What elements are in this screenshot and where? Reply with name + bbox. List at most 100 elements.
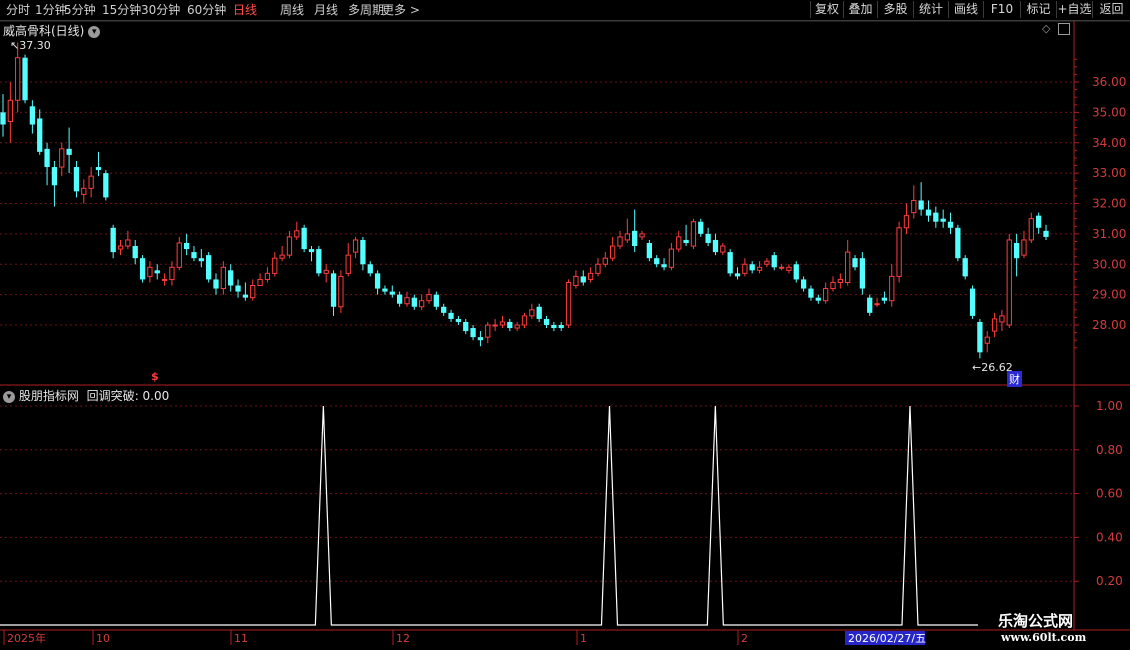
candle-body	[264, 272, 271, 280]
candle-body	[690, 221, 697, 247]
indicator-tick-label: 0.40	[1096, 530, 1123, 544]
panel-toggle-icon[interactable]	[1057, 23, 1070, 35]
watermark-url: www.60lt.com	[1001, 631, 1087, 644]
candle-body	[147, 266, 153, 277]
candle-body	[543, 318, 550, 325]
candle-body	[382, 288, 388, 292]
candle-body	[507, 321, 513, 329]
candle-body	[830, 281, 836, 290]
candle-body	[404, 297, 410, 305]
candle-body	[742, 263, 748, 274]
candle-body	[441, 306, 447, 313]
watermark-title: 乐淘公式网	[998, 612, 1074, 630]
chevron-down-icon[interactable]: ▾	[3, 390, 15, 403]
candle-body	[925, 209, 932, 216]
indicator-colon: :	[134, 389, 143, 403]
candle-body	[228, 270, 234, 286]
finance-marker[interactable]: 财	[1007, 371, 1022, 387]
candle-body	[176, 242, 182, 268]
price-tick-label: 30.00	[1092, 257, 1126, 271]
diamond-icon[interactable]: ◇	[1042, 22, 1050, 35]
candle-body	[977, 321, 983, 353]
time-axis-label: 2025年	[7, 631, 46, 645]
candle-body	[492, 324, 498, 327]
candle-body	[845, 251, 851, 283]
candle-body	[338, 275, 344, 308]
time-axis-label: 12	[396, 632, 410, 645]
candle-body	[918, 200, 924, 210]
kline-chart[interactable]: 36.00 35.00 34.00 33.00 32.00 31.00 30.00 29.00…	[0, 0, 1130, 650]
main-panel-title[interactable]: 威高骨科(日线) ▾	[3, 22, 101, 39]
candle-body	[257, 278, 263, 287]
candle-body	[521, 315, 528, 326]
candle-body	[308, 249, 315, 253]
candle-body	[529, 309, 535, 317]
candle-body	[360, 239, 366, 265]
candle-body	[991, 318, 998, 332]
candle-body	[7, 99, 13, 122]
candle-body	[433, 294, 440, 307]
candle-body	[698, 221, 704, 234]
candle-body	[749, 264, 755, 271]
candle-body	[734, 273, 741, 277]
price-tick-label: 28.00	[1092, 318, 1126, 332]
candle-body	[793, 264, 799, 280]
candle-body	[661, 264, 667, 268]
candle-body	[933, 212, 939, 222]
candle-body	[940, 218, 946, 222]
candle-body	[396, 294, 403, 304]
candle-body	[874, 303, 880, 306]
candle-body	[1036, 215, 1042, 228]
candle-body	[632, 230, 638, 247]
candle-body	[999, 315, 1005, 323]
candle-body	[903, 215, 910, 229]
candle-body	[786, 266, 792, 271]
candle-body	[499, 321, 506, 326]
candle-body	[867, 297, 873, 313]
indicator-title[interactable]: ▾ 股朋指标网 回调突破: 0.00	[3, 387, 169, 404]
candle-body	[330, 273, 337, 307]
candle-body	[117, 245, 124, 250]
candle-body	[727, 252, 733, 274]
candle-body	[139, 258, 146, 280]
candle-body	[881, 297, 888, 301]
candle-body	[29, 106, 36, 125]
price-tick-label: 34.00	[1092, 136, 1126, 150]
candle-body	[352, 239, 359, 253]
candle-body	[712, 239, 719, 253]
candle-body	[602, 257, 608, 265]
candle-body	[125, 239, 131, 247]
candle-body	[37, 118, 43, 152]
candle-body	[800, 279, 807, 289]
indicator-value: 0.00	[142, 389, 170, 403]
candle-body	[624, 233, 630, 241]
candle-body	[514, 324, 520, 329]
event-marker[interactable]: $	[151, 370, 159, 383]
panel-settings-icons[interactable]: ◇	[1042, 22, 1070, 35]
candle-body	[161, 278, 168, 281]
candle-body	[859, 258, 866, 289]
selected-date-label: 2026/02/27/五	[848, 632, 926, 645]
candle-body	[646, 242, 653, 259]
candle-body	[294, 230, 300, 238]
candle-body	[316, 249, 322, 274]
candle-body	[345, 254, 351, 274]
candle-body	[969, 288, 976, 316]
candle-body	[485, 324, 491, 338]
candle-body	[301, 227, 307, 250]
candle-body	[95, 167, 102, 171]
chevron-down-icon[interactable]: ▾	[88, 25, 101, 38]
candle-body	[59, 148, 65, 168]
time-axis-label: 1	[580, 632, 587, 645]
high-marker-value: 37.30	[19, 39, 51, 52]
price-tick-label: 36.00	[1092, 75, 1126, 89]
indicator-tick-label: 0.80	[1096, 443, 1123, 457]
candle-body	[367, 264, 373, 274]
candle-body	[778, 266, 785, 269]
candle-body	[198, 258, 204, 262]
candle-body	[764, 260, 770, 265]
candle-body	[477, 337, 484, 341]
arrow-icon: ←	[972, 361, 982, 374]
candle-body	[220, 266, 226, 290]
candle-body	[1006, 239, 1012, 326]
